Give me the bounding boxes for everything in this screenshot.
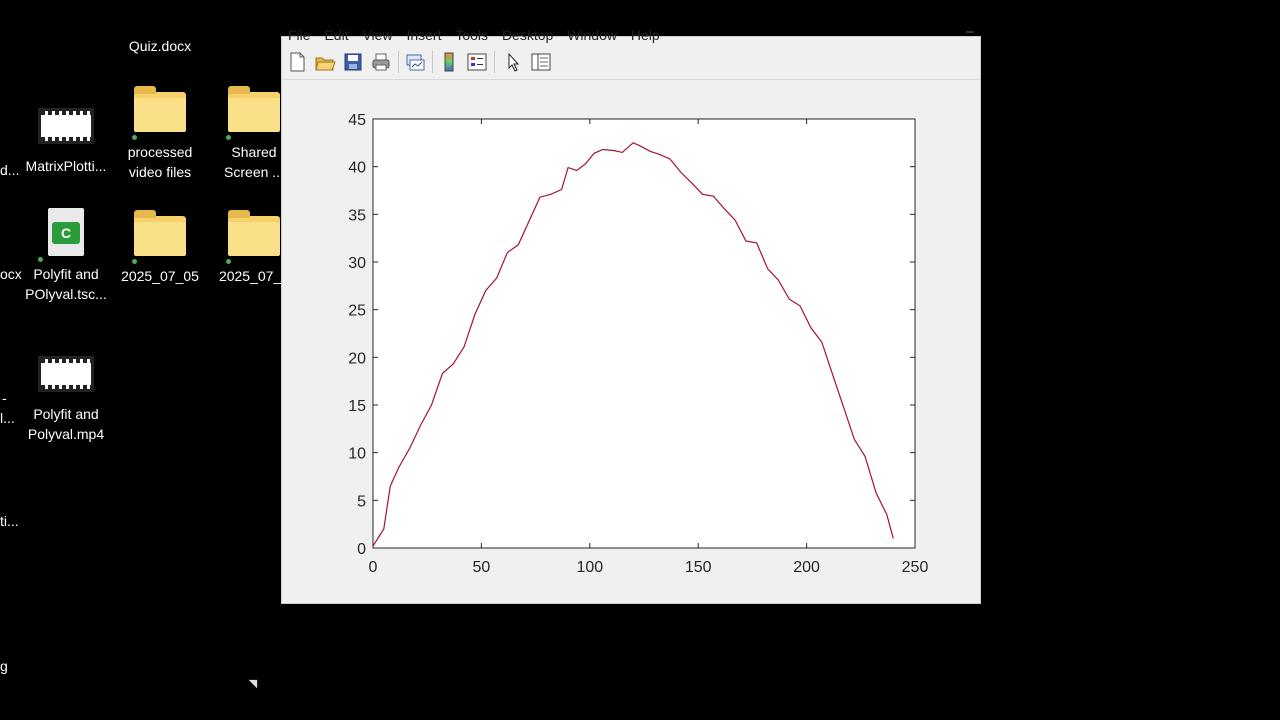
desktop-edge-label: ocx xyxy=(0,266,22,282)
desktop-edge-label: d... xyxy=(0,162,20,178)
menu-desktop[interactable]: Desktop xyxy=(502,27,553,43)
toolbar-separator xyxy=(432,51,433,73)
video-file-icon xyxy=(38,346,94,402)
figure-window[interactable]: File Edit View Insert Tools Desktop Wind… xyxy=(281,27,981,606)
plot-area: 0 50 100 150 200 250 0 5 10 15 20 25 30 35 40 45 xyxy=(282,81,980,606)
new-figure-icon[interactable] xyxy=(286,51,308,73)
minimize-icon[interactable] xyxy=(966,31,974,33)
desktop-icon-label: MatrixPlotti... xyxy=(25,158,107,174)
folder-photo-icon xyxy=(226,208,282,264)
desktop-edge-label: g xyxy=(0,658,8,674)
desktop-icon-processed-video-files[interactable]: processed video files xyxy=(112,84,208,182)
desktop-icon-label: 2025_07_05 xyxy=(121,268,199,284)
desktop-edge-label: l... xyxy=(0,410,15,426)
menu-help[interactable]: Help xyxy=(631,27,660,43)
figure-menubar: File Edit View Insert Tools Desktop Wind… xyxy=(282,27,980,43)
menu-tools[interactable]: Tools xyxy=(455,27,488,43)
camtasia-project-icon xyxy=(38,206,94,262)
y-tick-label: 0 xyxy=(357,541,366,558)
y-tick-label: 40 xyxy=(348,160,366,177)
desktop-icon-label: Polyfit and Polyval.mp4 xyxy=(27,406,105,442)
desktop-icon-polyfit-mp4[interactable]: Polyfit and Polyval.mp4 xyxy=(18,346,114,444)
x-tick-label: 0 xyxy=(369,559,378,576)
x-tick-label: 50 xyxy=(473,559,491,576)
y-tick-label: 30 xyxy=(348,255,366,272)
insert-legend-icon[interactable] xyxy=(466,51,488,73)
x-tick-label: 200 xyxy=(793,559,820,576)
line-chart[interactable]: 0 50 100 150 200 250 0 5 10 15 20 25 30 35 40 45 xyxy=(282,81,980,601)
menu-file[interactable]: File xyxy=(288,27,311,43)
folder-icon xyxy=(132,84,188,140)
y-tick-label: 45 xyxy=(348,112,366,129)
desktop-edge-label: ti... xyxy=(0,513,19,529)
desktop-icon-quiz-docx[interactable]: Quiz.docx xyxy=(112,36,208,56)
folder-icon xyxy=(132,208,188,264)
edit-plot-arrow-icon[interactable] xyxy=(502,51,524,73)
x-tick-label: 250 xyxy=(902,559,929,576)
menu-edit[interactable]: Edit xyxy=(324,27,348,43)
menu-view[interactable]: View xyxy=(362,27,392,43)
desktop-icon-polyfit-tscproj[interactable]: Polyfit and POlyval.tsc... xyxy=(18,206,114,304)
property-inspector-icon[interactable] xyxy=(530,51,552,73)
x-tick-label: 100 xyxy=(576,559,603,576)
insert-colorbar-icon[interactable] xyxy=(438,51,460,73)
folder-icon xyxy=(226,84,282,140)
axes-box xyxy=(372,118,916,549)
desktop-icon-matrixplotting[interactable]: MatrixPlotti... xyxy=(18,98,114,176)
toolbar-separator xyxy=(398,51,399,73)
desktop-icon-2025-07-05[interactable]: 2025_07_05 xyxy=(112,208,208,286)
video-file-icon xyxy=(38,98,94,154)
menu-window[interactable]: Window xyxy=(567,27,617,43)
toolbar-separator xyxy=(494,51,495,73)
desktop-edge-label: - xyxy=(2,390,7,406)
figure-toolbar xyxy=(282,45,980,80)
y-tick-label: 35 xyxy=(348,207,366,224)
y-tick-label: 5 xyxy=(357,493,366,510)
link-plot-icon[interactable] xyxy=(404,51,426,73)
open-file-icon[interactable] xyxy=(314,51,336,73)
menu-insert[interactable]: Insert xyxy=(406,27,441,43)
x-tick-label: 150 xyxy=(685,559,712,576)
desktop-icon-label: Quiz.docx xyxy=(128,38,192,54)
y-tick-label: 15 xyxy=(348,398,366,415)
y-tick-label: 25 xyxy=(348,303,366,320)
y-tick-label: 20 xyxy=(348,350,366,367)
y-tick-label: 10 xyxy=(348,446,366,463)
print-icon[interactable] xyxy=(370,51,392,73)
desktop-icon-label: processed video files xyxy=(127,144,193,180)
desktop-icon-label: Polyfit and POlyval.tsc... xyxy=(25,266,107,302)
save-icon[interactable] xyxy=(342,51,364,73)
